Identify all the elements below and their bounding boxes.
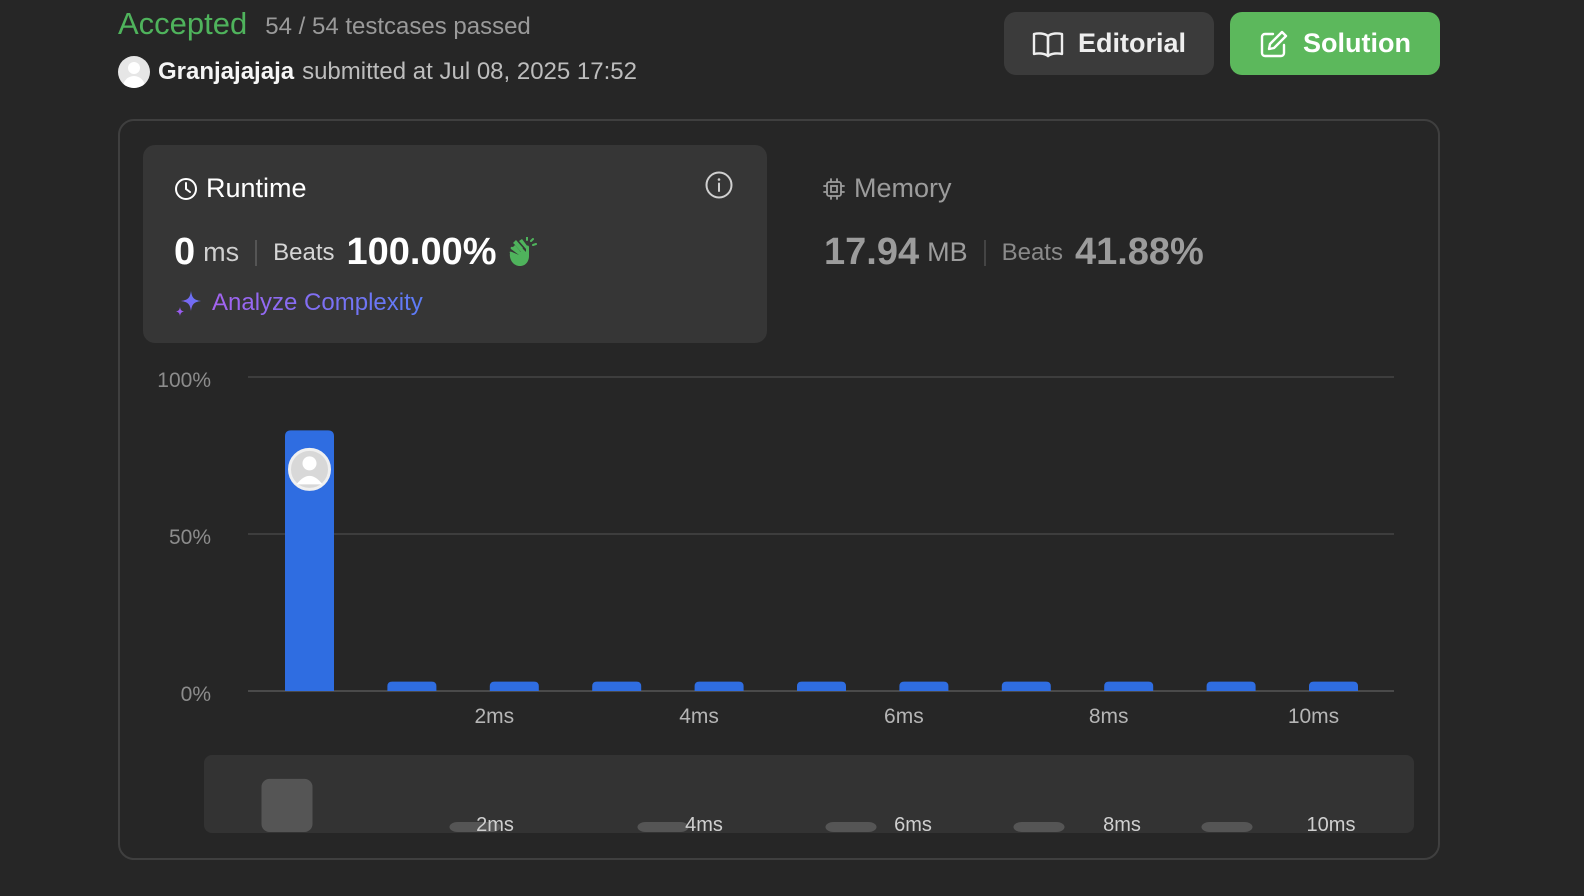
chart-bar (1104, 681, 1154, 691)
overview-strip (204, 755, 1414, 833)
chart-bar (1206, 681, 1256, 691)
x-tick-label: 10ms (1288, 705, 1339, 728)
overview-bar (1013, 822, 1065, 832)
runtime-distribution-chart: 100% 50% 0% 2ms 4ms 6ms 8ms 10ms 2ms 4ms 6ms 8ms 10m… (157, 369, 1414, 836)
avatar-head (302, 456, 317, 471)
x-tick-label: 4ms (679, 705, 719, 728)
overview-bar (825, 822, 877, 832)
overview-bar (261, 778, 313, 832)
overview-bar (1201, 822, 1253, 832)
chart-bar (1001, 681, 1051, 691)
chart-bar (489, 681, 539, 691)
chart-bar (387, 681, 437, 691)
overview-tick-label: 4ms (685, 814, 723, 836)
overview-bar (637, 822, 689, 832)
y-tick-label: 0% (181, 683, 211, 706)
chart-bar (694, 681, 744, 691)
overview-tick-label: 10ms (1307, 814, 1356, 836)
x-tick-label: 8ms (1089, 705, 1129, 728)
y-tick-label: 50% (169, 526, 211, 549)
x-tick-label: 2ms (474, 705, 514, 728)
chart-bar (797, 681, 846, 691)
chart-bar (899, 681, 949, 691)
chart-bar (1309, 681, 1358, 691)
x-tick-label: 6ms (884, 705, 924, 728)
overview-tick-label: 6ms (894, 814, 932, 836)
y-tick-label: 100% (157, 369, 211, 392)
overview-tick-label: 2ms (476, 814, 514, 836)
overview-tick-label: 8ms (1103, 814, 1141, 836)
submission-result: Accepted 54 / 54 testcases passed Granja… (0, 0, 1584, 896)
chart-bar (592, 681, 642, 691)
